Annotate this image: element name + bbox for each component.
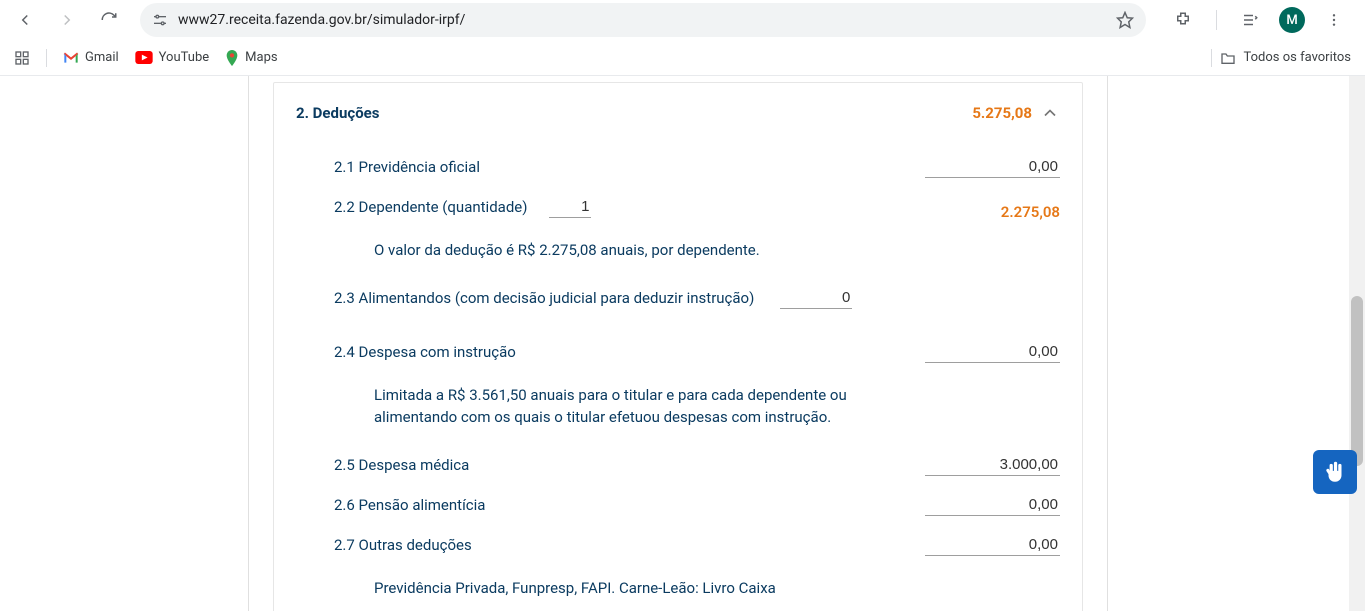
avatar-letter: M: [1286, 13, 1297, 28]
profile-avatar[interactable]: M: [1279, 7, 1305, 33]
divider: [46, 49, 47, 67]
note-dependente: O valor da dedução é R$ 2.275,08 anuais,…: [334, 227, 894, 278]
scrollbar-track[interactable]: [1349, 76, 1365, 611]
row-label: 2.6 Pensão alimentícia: [334, 496, 497, 514]
bookmark-youtube[interactable]: YouTube: [135, 50, 210, 65]
row-previdencia-oficial: 2.1 Previdência oficial: [334, 147, 1060, 187]
input-dependente-qty[interactable]: [549, 196, 591, 218]
deductions-panel: 2. Deduções 5.275,08 2.1 Previdência ofi…: [273, 82, 1083, 611]
input-outras-deducoes[interactable]: [925, 534, 1060, 556]
dependente-computed: 2.275,08: [1001, 193, 1060, 221]
input-pensao-alimenticia[interactable]: [925, 494, 1060, 516]
row-label: 2.7 Outras deduções: [334, 536, 484, 554]
bookmark-gmail[interactable]: Gmail: [63, 50, 119, 65]
apps-icon[interactable]: [14, 50, 30, 66]
side-panel-icon[interactable]: [1233, 3, 1267, 37]
chevron-up-icon: [1040, 103, 1060, 123]
reload-button[interactable]: [92, 3, 126, 37]
note-instrucao: Limitada a R$ 3.561,50 anuais para o tit…: [334, 372, 894, 445]
scrollbar-thumb[interactable]: [1351, 296, 1363, 466]
panel-title: 2. Deduções: [296, 104, 379, 122]
row-label: 2.5 Despesa médica: [334, 456, 481, 474]
row-pensao-alimenticia: 2.6 Pensão alimentícia: [334, 485, 1060, 525]
panel-body: 2.1 Previdência oficial 2.2 Dependente (…: [274, 143, 1082, 611]
page-viewport: 2. Deduções 5.275,08 2.1 Previdência ofi…: [0, 76, 1365, 611]
panel-total: 5.275,08: [972, 104, 1040, 122]
bookmark-label: Todos os favoritos: [1244, 50, 1352, 65]
bookmark-label: Maps: [245, 50, 277, 65]
browser-toolbar: www27.receita.fazenda.gov.br/simulador-i…: [0, 0, 1365, 40]
bookmark-maps[interactable]: Maps: [225, 50, 277, 66]
note-outras: Previdência Privada, Funpresp, FAPI. Car…: [334, 565, 894, 611]
bookmarks-bar: Gmail YouTube Maps Todos os favoritos: [0, 40, 1365, 76]
separator: [1216, 10, 1217, 30]
extensions-icon[interactable]: [1166, 3, 1200, 37]
divider: [1211, 49, 1212, 67]
forward-button[interactable]: [50, 3, 84, 37]
content-column: 2. Deduções 5.275,08 2.1 Previdência ofi…: [248, 76, 1108, 611]
bookmark-label: YouTube: [159, 50, 210, 65]
panel-header[interactable]: 2. Deduções 5.275,08: [274, 83, 1082, 143]
address-bar[interactable]: www27.receita.fazenda.gov.br/simulador-i…: [140, 3, 1146, 37]
back-button[interactable]: [8, 3, 42, 37]
bookmark-all-folder[interactable]: Todos os favoritos: [1211, 49, 1352, 67]
input-despesa-instrucao[interactable]: [925, 341, 1060, 363]
input-despesa-medica[interactable]: [925, 454, 1060, 476]
row-label: 2.3 Alimentandos (com decisão judicial p…: [334, 289, 766, 307]
site-settings-icon[interactable]: [152, 12, 168, 28]
url-text: www27.receita.fazenda.gov.br/simulador-i…: [178, 12, 465, 28]
row-despesa-medica: 2.5 Despesa médica: [334, 445, 1060, 485]
row-outras-deducoes: 2.7 Outras deduções: [334, 525, 1060, 565]
input-alimentandos-qty[interactable]: [780, 287, 852, 309]
row-alimentandos: 2.3 Alimentandos (com decisão judicial p…: [334, 278, 1060, 318]
menu-icon[interactable]: [1317, 3, 1351, 37]
row-label: 2.4 Despesa com instrução: [334, 343, 528, 361]
input-previdencia-oficial[interactable]: [925, 156, 1060, 178]
accessibility-button[interactable]: [1313, 450, 1357, 494]
row-dependente: 2.2 Dependente (quantidade) 2.275,08: [334, 187, 1060, 227]
star-icon[interactable]: [1116, 11, 1134, 29]
hands-icon: [1322, 459, 1348, 485]
row-despesa-instrucao: 2.4 Despesa com instrução: [334, 332, 1060, 372]
row-label: 2.2 Dependente (quantidade): [334, 198, 539, 216]
row-label: 2.1 Previdência oficial: [334, 158, 492, 176]
bookmark-label: Gmail: [85, 50, 119, 65]
toolbar-right: M: [1160, 3, 1357, 37]
